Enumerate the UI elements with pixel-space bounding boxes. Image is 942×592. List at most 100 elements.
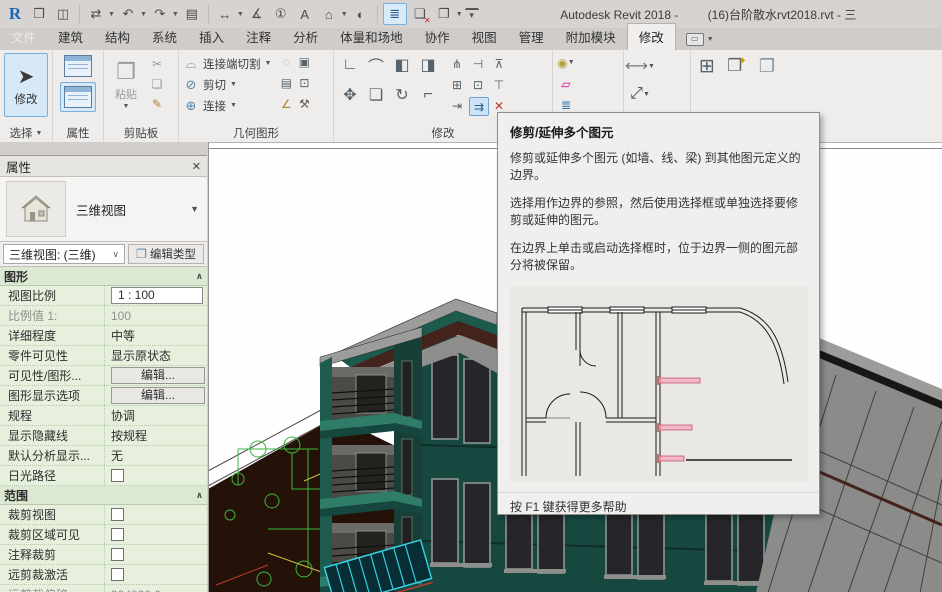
value-text[interactable]: 中等 (111, 327, 135, 344)
linework-angle-icon[interactable]: ∠ (277, 95, 295, 112)
tab-视图[interactable]: 视图 (461, 24, 508, 50)
tab-体量和场地[interactable]: 体量和场地 (329, 24, 414, 50)
revit-logo[interactable]: R (4, 4, 26, 24)
override-lines-icon[interactable]: ≣ (557, 96, 575, 113)
measure-icon-dropdown[interactable]: ▼ (237, 11, 244, 18)
sync-icon-dropdown[interactable]: ▼ (108, 11, 115, 18)
close-properties-icon[interactable]: ✕ (192, 160, 201, 173)
measure-between-icon[interactable]: ⟷▼ (628, 54, 652, 78)
unjoin-icon[interactable]: ▤ (277, 74, 295, 91)
paint-icon[interactable]: ◌ (277, 53, 295, 70)
pin-icon[interactable]: ⊤ (490, 76, 508, 93)
trim-extend-multiple-icon[interactable]: ⇉ (469, 97, 489, 116)
panel-select-label[interactable]: 选择▼ (0, 124, 52, 142)
default-3d-view-icon-dropdown[interactable]: ▼ (341, 11, 348, 18)
edit-button[interactable]: 编辑... (111, 367, 205, 384)
mirror-pick-axis-icon[interactable]: ◧ (390, 53, 414, 77)
offset-icon[interactable]: ⌒ (364, 53, 388, 77)
move-icon[interactable]: ✥ (338, 83, 362, 107)
text-icon[interactable]: A (294, 4, 316, 24)
switch-windows-icon[interactable]: ❐ (433, 4, 455, 24)
edit-type-button[interactable]: ❐ 编辑类型 (128, 244, 204, 264)
type-selector[interactable]: 三维视图 ▼ (0, 177, 207, 242)
dimension-icon[interactable]: ⤢▼ (628, 82, 652, 106)
tab-系统[interactable]: 系统 (141, 24, 188, 50)
render-icon[interactable]: ◐ (350, 4, 372, 24)
tab-协作[interactable]: 协作 (414, 24, 461, 50)
unpin-icon[interactable]: ⊼ (490, 55, 508, 72)
checkbox[interactable] (111, 568, 124, 581)
align-icon[interactable]: ∟ (338, 53, 362, 77)
join-geometry-button[interactable]: ⊕ 连接▼ (183, 95, 271, 116)
sync-icon[interactable]: ⇄ (85, 4, 107, 24)
value-text[interactable]: 显示原状态 (111, 347, 171, 364)
value-text[interactable]: 协调 (111, 407, 135, 424)
type-properties-icon[interactable] (61, 53, 95, 79)
checkbox[interactable] (111, 548, 124, 561)
scale-icon[interactable]: ⊡ (469, 76, 487, 93)
tab-注释[interactable]: 注释 (235, 24, 282, 50)
value-text[interactable]: 无 (111, 447, 123, 464)
aligned-dimension-icon[interactable]: ∡ (246, 4, 268, 24)
collapse-icon[interactable]: ∧ (196, 490, 203, 501)
edit-button[interactable]: 编辑... (111, 387, 205, 404)
hide-eraser-icon[interactable]: ▱ (557, 75, 575, 92)
thin-lines-icon[interactable]: ≣ (383, 3, 407, 25)
close-hidden-windows-icon[interactable]: ❏ (409, 4, 431, 24)
open-icon[interactable]: ❒ (28, 4, 50, 24)
paste-button[interactable]: ❐ 粘贴 ▼ (108, 53, 144, 115)
visibility-icon[interactable]: ◉▼ (557, 54, 575, 71)
split-with-gap-icon[interactable]: ⊣ (469, 55, 487, 72)
modify-tool-button[interactable]: ➤ 修改 (4, 53, 48, 117)
house-icon (19, 193, 53, 225)
redo-icon[interactable]: ↷ (149, 4, 171, 24)
trim-corner-icon[interactable]: ⌐ (416, 83, 440, 107)
create-assembly-icon[interactable]: ❐ (755, 54, 779, 78)
measure-icon[interactable]: ↔ (214, 4, 236, 24)
wall-joins-icon[interactable]: ▣ (295, 53, 313, 70)
checkbox[interactable] (111, 508, 124, 521)
tab-插入[interactable]: 插入 (188, 24, 235, 50)
tab-分析[interactable]: 分析 (282, 24, 329, 50)
redo-icon-dropdown[interactable]: ▼ (172, 11, 179, 18)
properties-palette-icon[interactable] (60, 82, 96, 112)
match-type-icon[interactable]: ✎ (148, 95, 166, 112)
value-text[interactable]: 按规程 (111, 427, 147, 444)
default-3d-view-icon[interactable]: ⌂ (318, 4, 340, 24)
customize-qat-icon[interactable]: ▾ (465, 8, 479, 20)
tab-附加模块[interactable]: 附加模块 (555, 24, 627, 50)
demolish-icon[interactable]: ⚒ (295, 95, 313, 112)
tab-文件[interactable]: 文件 (0, 24, 47, 50)
save-icon[interactable]: ◫ (52, 4, 74, 24)
section-header[interactable]: 图形∧ (0, 267, 207, 286)
undo-icon-dropdown[interactable]: ▼ (140, 11, 147, 18)
checkbox[interactable] (111, 528, 124, 541)
checkbox[interactable] (111, 469, 124, 482)
view-instance-select[interactable]: 三维视图: (三维) ∨ (3, 244, 125, 264)
split-face-icon[interactable]: ⊡ (295, 74, 313, 91)
undo-icon[interactable]: ↶ (117, 4, 139, 24)
array-icon[interactable]: ⊞ (448, 76, 466, 93)
print-icon[interactable]: ▤ (181, 4, 203, 24)
section-header[interactable]: 范围∧ (0, 486, 207, 505)
copy-icon[interactable]: ❏ (364, 83, 388, 107)
tag-icon[interactable]: ① (270, 4, 292, 24)
copy-to-clipboard-icon[interactable]: ❏ (148, 75, 166, 92)
value-input[interactable]: 1 : 100 (111, 287, 203, 304)
split-element-icon[interactable]: ⋔ (448, 55, 466, 72)
tab-管理[interactable]: 管理 (508, 24, 555, 50)
tab-修改[interactable]: 修改 (627, 23, 676, 50)
cut-icon[interactable]: ✂ (148, 55, 166, 72)
trim-extend-single-icon[interactable]: ⇥ (448, 97, 466, 114)
mirror-draw-axis-icon[interactable]: ◨ (416, 53, 440, 77)
modify-contextual-dropdown[interactable]: ▭▼ (686, 33, 714, 50)
tab-建筑[interactable]: 建筑 (47, 24, 94, 50)
switch-windows-icon-dropdown[interactable]: ▼ (456, 11, 463, 18)
cut-geometry-button[interactable]: ⊘ 剪切▼ (183, 74, 271, 95)
rotate-icon[interactable]: ↻ (390, 83, 414, 107)
beam-end-cut-button[interactable]: ⌓ 连接端切割▼ (183, 53, 271, 74)
tab-结构[interactable]: 结构 (94, 24, 141, 50)
create-group-icon[interactable]: ⊞ (695, 54, 719, 78)
collapse-icon[interactable]: ∧ (196, 271, 203, 282)
create-similar-icon[interactable]: ❒✦ (725, 54, 749, 78)
